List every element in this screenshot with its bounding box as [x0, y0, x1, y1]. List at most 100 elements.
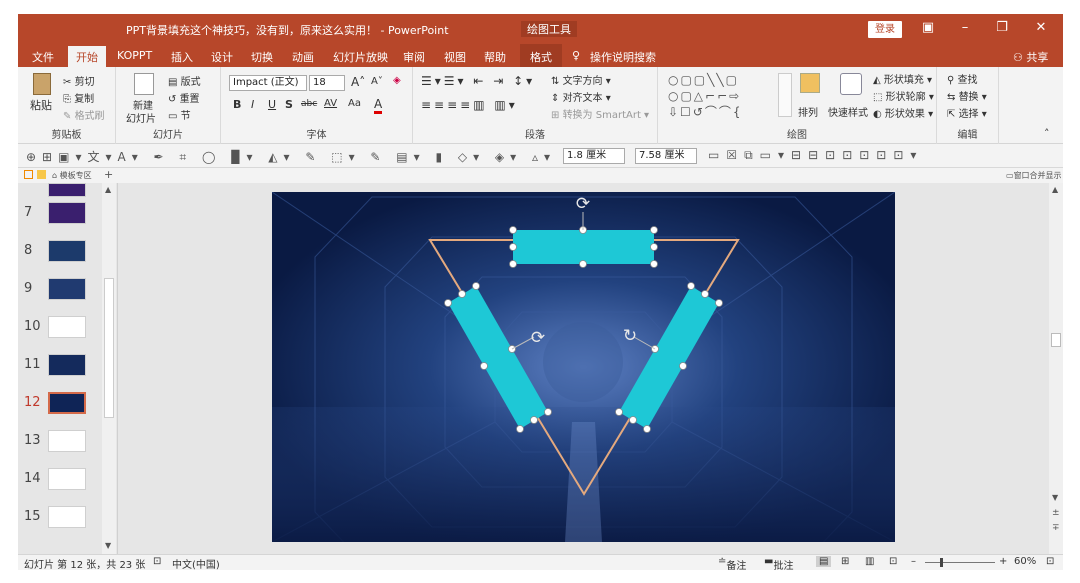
canvas-scroll-up-icon[interactable]: ▲ — [1052, 185, 1058, 194]
slide-thumbnail[interactable] — [48, 468, 86, 490]
slide-thumbnail-partial[interactable] — [48, 183, 86, 197]
canvas-scrollbar[interactable]: ▲ ▼ ± ∓ — [1049, 183, 1063, 554]
clear-format-icon[interactable]: ◈ — [393, 75, 401, 86]
qat-icons-right[interactable]: ▭☒⧉▭▾⊟⊟⊡⊡⊡⊡⊡▾ — [708, 148, 923, 163]
replace-button[interactable]: ⇆ 替换 ▾ — [947, 88, 987, 103]
scroll-up-icon[interactable]: ▲ — [105, 185, 111, 194]
paste-icon[interactable] — [33, 73, 51, 95]
reset-button[interactable]: ↺ 重置 — [168, 90, 200, 105]
tab-transitions[interactable]: 切换 — [251, 49, 273, 65]
zoom-slider-thumb[interactable] — [940, 558, 943, 567]
share-button[interactable]: ⚇ 共享 — [1013, 49, 1048, 65]
char-spacing-button[interactable]: AV — [324, 98, 337, 109]
tell-me-icon[interactable]: ♀ — [572, 49, 580, 62]
text-direction-button[interactable]: ⇅ 文字方向 ▾ — [551, 72, 611, 87]
canvas-scroll-down-icon[interactable]: ▼ — [1052, 493, 1058, 502]
quick-styles-icon[interactable] — [840, 73, 862, 95]
current-slide[interactable]: ⟳ ⟳ ↻ — [272, 192, 895, 542]
comments-button[interactable]: ▬ 批注 — [764, 556, 793, 570]
arrange-icon[interactable] — [800, 73, 820, 93]
quick-styles-button[interactable]: 快速样式 — [828, 104, 868, 119]
arrange-button[interactable]: 排列 — [798, 104, 818, 119]
tab-koppt[interactable]: KOPPT — [117, 49, 152, 62]
collapse-ribbon-icon[interactable]: ˄ — [1044, 127, 1050, 140]
bullets-icon[interactable]: ☰▾☰▾ ⇤ ⇥ ↕▾ — [421, 74, 535, 88]
shadow-button[interactable]: S — [285, 98, 293, 111]
prev-slide-icon[interactable]: ± — [1052, 508, 1060, 518]
zoom-out-icon[interactable]: – — [911, 556, 916, 567]
font-size-select[interactable]: 18 — [309, 75, 345, 91]
tab-animations[interactable]: 动画 — [292, 49, 314, 65]
merge-window-button[interactable]: ▭窗口合并显示 — [1006, 170, 1062, 181]
section-button[interactable]: ▭ 节 — [168, 107, 191, 122]
shape-outline-button[interactable]: ⬚ 形状轮廓 ▾ — [873, 88, 934, 103]
find-button[interactable]: ⚲ 查找 — [947, 71, 978, 86]
tab-help[interactable]: 帮助 — [484, 49, 506, 65]
shape-effects-button[interactable]: ◐ 形状效果 ▾ — [873, 105, 933, 120]
tab-slideshow[interactable]: 幻灯片放映 — [333, 49, 388, 65]
new-slide-icon[interactable] — [134, 73, 154, 95]
align-text-button[interactable]: ⇕ 对齐文本 ▾ — [551, 89, 611, 104]
folder-icon-2[interactable] — [37, 170, 46, 179]
shape-width-input[interactable]: 1.8 厘米 — [563, 148, 625, 164]
tab-home[interactable]: 开始 — [68, 46, 106, 67]
underline-button[interactable]: U — [268, 98, 276, 111]
strikethrough-button[interactable]: abc — [301, 99, 317, 109]
slideshow-icon[interactable]: ⊡ — [889, 556, 897, 567]
select-button[interactable]: ⇱ 选择 ▾ — [947, 105, 987, 120]
template-tab[interactable]: ⌂ 模板专区 — [52, 170, 92, 181]
language-indicator[interactable]: 中文(中国) — [172, 556, 220, 570]
fit-slide-icon[interactable]: ⊡ — [1046, 556, 1054, 567]
slide-thumbnail[interactable] — [48, 430, 86, 452]
tab-format[interactable]: 格式 — [520, 44, 562, 67]
shape-height-input[interactable]: 7.58 厘米 — [635, 148, 697, 164]
paste-button[interactable]: 粘贴 — [30, 97, 52, 113]
format-painter-button[interactable]: ✎ 格式刷 — [63, 107, 105, 122]
ribbon-display-icon[interactable]: ▣ — [917, 20, 939, 35]
font-color-button[interactable]: A — [374, 97, 383, 114]
slide-thumbnail[interactable] — [48, 506, 86, 528]
slide-thumbnail[interactable] — [48, 202, 86, 224]
thumbnail-scroll-thumb[interactable] — [104, 278, 114, 418]
italic-button[interactable]: I — [251, 98, 254, 111]
zoom-level[interactable]: 60% — [1014, 556, 1036, 567]
notes-button[interactable]: ≐ 备注 — [718, 556, 746, 570]
shapes-gallery-scroll[interactable] — [778, 73, 792, 117]
shape-fill-button[interactable]: ◭ 形状填充 ▾ — [873, 71, 932, 86]
slide-thumbnail[interactable] — [48, 240, 86, 262]
qat-icons-left[interactable]: ⊕⊞▣▾文▾A▾ ✒ ⌗ ◯ ▉▾ ◭▾ ✎ ⬚▾ ✎ ▤▾ ▮ ◇▾ ◈▾ ▵… — [26, 148, 605, 165]
restore-icon[interactable]: ❐ — [991, 20, 1013, 35]
slide-thumbnail[interactable] — [48, 392, 86, 414]
tab-view[interactable]: 视图 — [444, 49, 466, 65]
normal-view-icon[interactable]: ▤ — [816, 556, 832, 567]
thumbnail-scrollbar[interactable]: ▲ ▼ — [102, 183, 116, 554]
canvas-scroll-thumb[interactable] — [1051, 333, 1061, 347]
layout-button[interactable]: ▤ 版式 — [168, 73, 201, 88]
slide-thumbnail[interactable] — [48, 278, 86, 300]
shrink-font-icon[interactable]: A˅ — [371, 76, 383, 87]
slide-thumbnail[interactable] — [48, 316, 86, 338]
scroll-down-icon[interactable]: ▼ — [105, 541, 111, 550]
zoom-in-icon[interactable]: + — [999, 556, 1007, 567]
minimize-icon[interactable]: – — [954, 20, 976, 35]
add-tab-icon[interactable]: + — [104, 168, 113, 181]
copy-button[interactable]: ⎘ 复制 — [63, 90, 94, 105]
slide-thumbnail[interactable] — [48, 354, 86, 376]
tell-me-search[interactable]: 操作说明搜索 — [590, 49, 656, 65]
change-case-button[interactable]: Aa — [348, 98, 361, 109]
new-slide-label2[interactable]: 幻灯片 — [126, 110, 156, 125]
slide-sorter-icon[interactable]: ⊞ — [841, 556, 849, 567]
login-button[interactable]: 登录 — [868, 21, 902, 38]
reading-view-icon[interactable]: ▥ — [865, 556, 874, 567]
zoom-slider[interactable] — [925, 562, 995, 563]
tab-design[interactable]: 设计 — [211, 49, 233, 65]
smartart-button[interactable]: ⊞ 转换为 SmartArt ▾ — [551, 106, 649, 121]
grow-font-icon[interactable]: A˄ — [351, 75, 365, 89]
bold-button[interactable]: B — [233, 98, 241, 111]
next-slide-icon[interactable]: ∓ — [1052, 523, 1060, 533]
cut-button[interactable]: ✂ 剪切 — [63, 73, 95, 88]
tab-review[interactable]: 审阅 — [403, 49, 425, 65]
folder-icon[interactable] — [24, 170, 33, 179]
spellcheck-icon[interactable]: ⊡ — [153, 556, 161, 567]
close-icon[interactable]: ✕ — [1030, 20, 1052, 35]
